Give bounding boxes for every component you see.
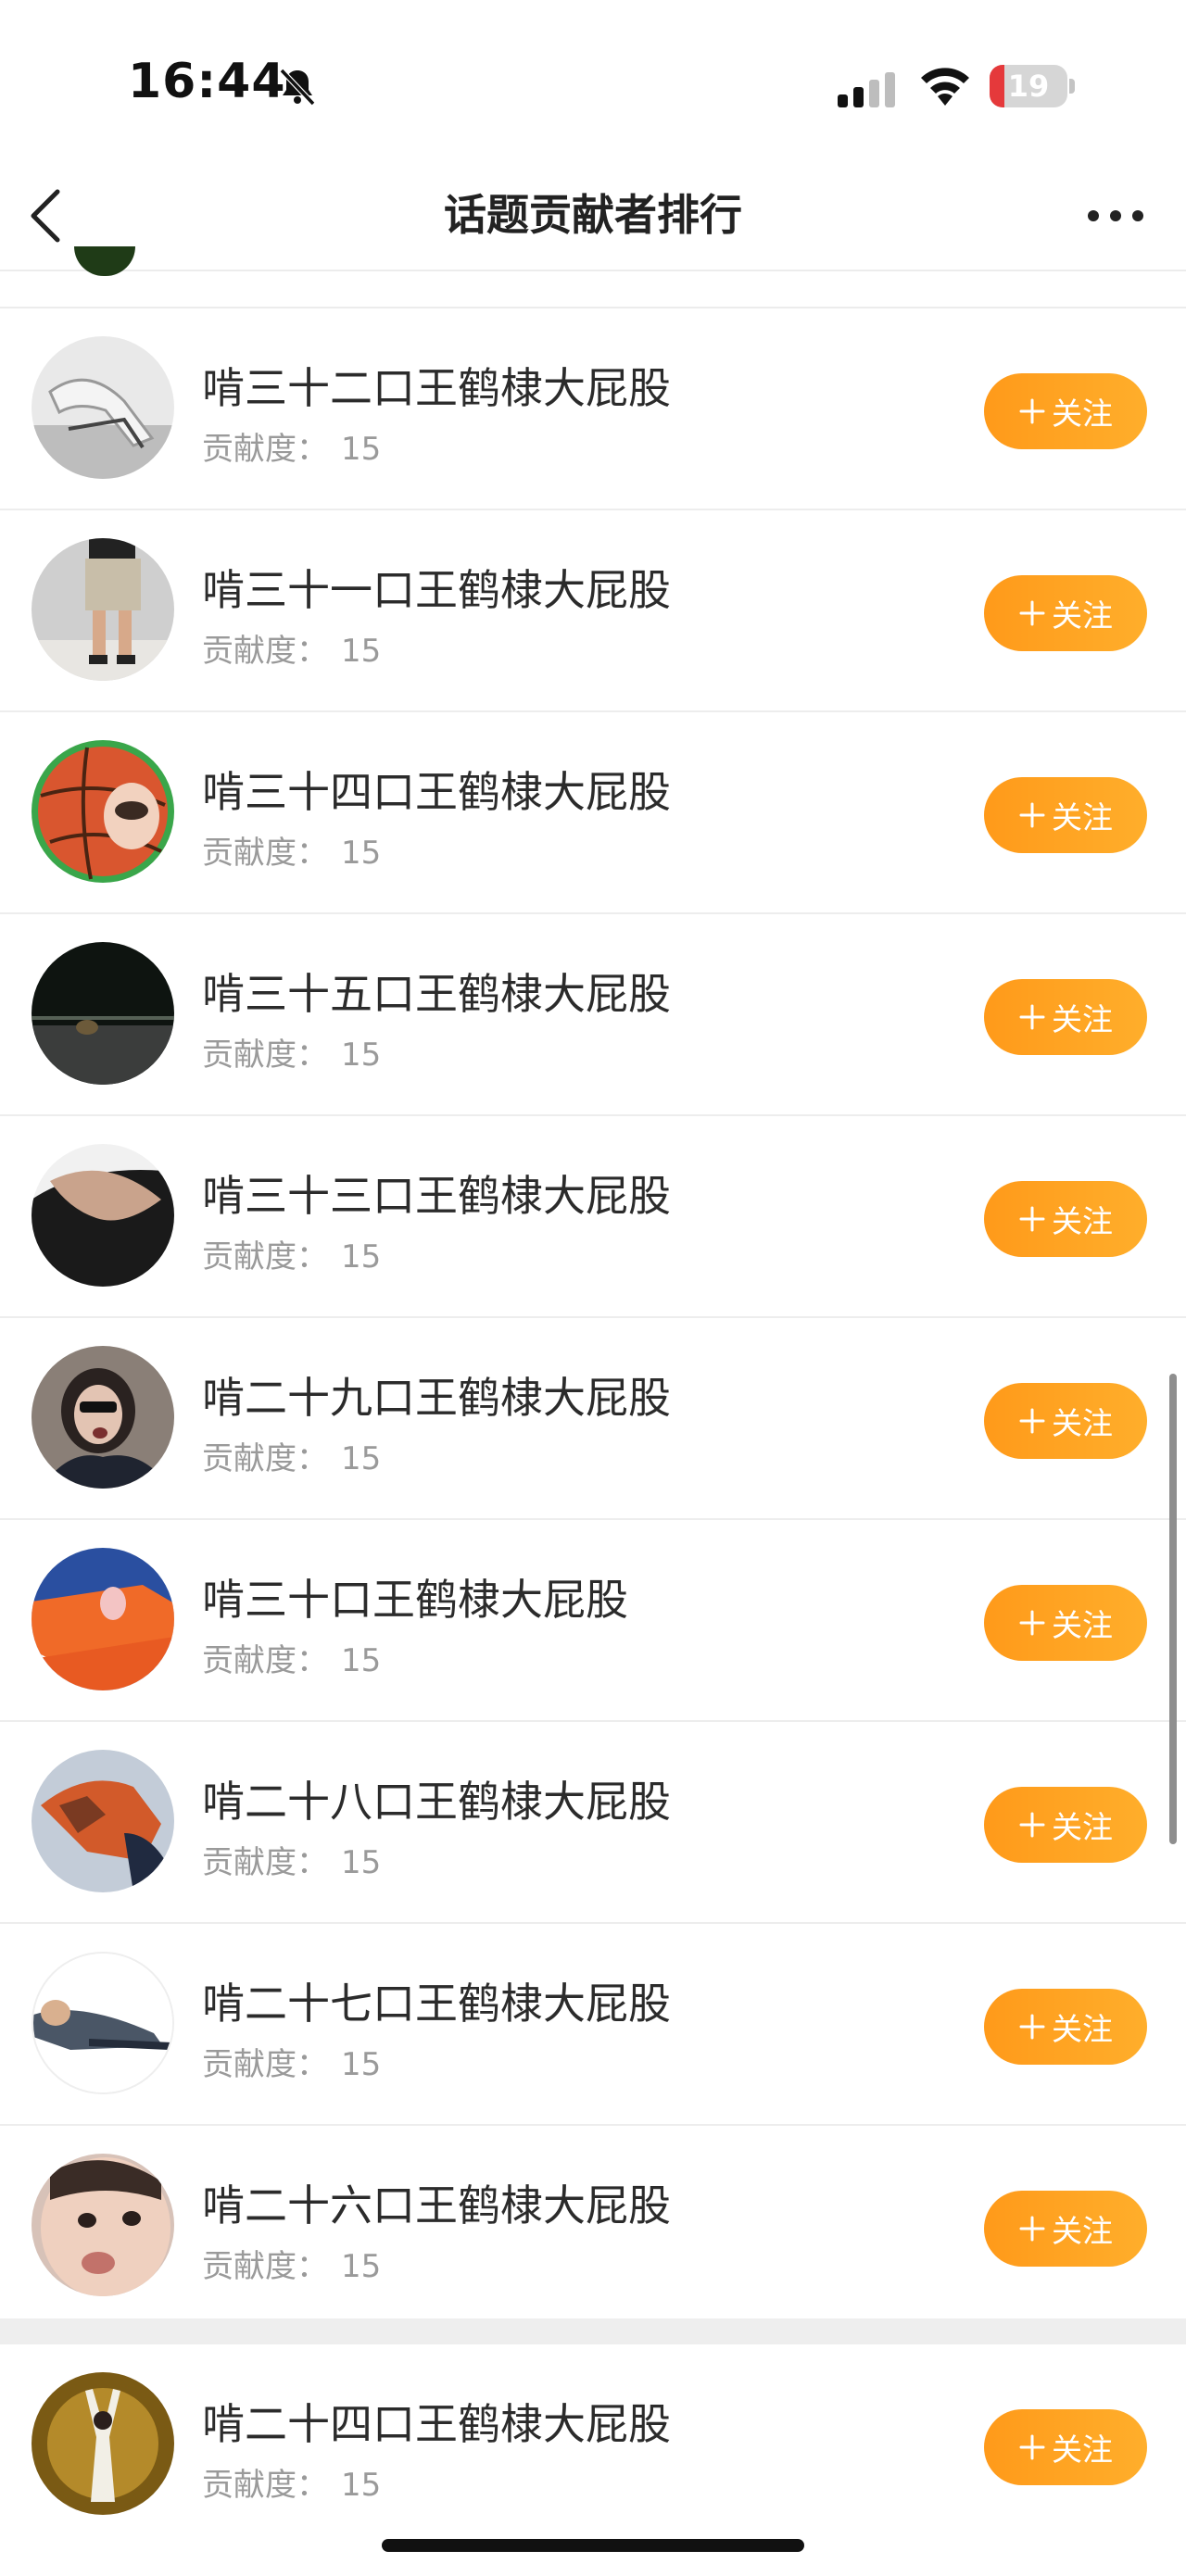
plus-icon — [1019, 2434, 1045, 2460]
avatar[interactable] — [32, 336, 174, 479]
follow-button[interactable]: 关注 — [984, 373, 1147, 449]
user-name[interactable]: 啃二十七口王鹤棣大屁股 — [202, 1970, 671, 2031]
follow-button[interactable]: 关注 — [984, 777, 1147, 853]
list-item[interactable]: 啃二十六口王鹤棣大屁股 贡献度： 15 关注 — [0, 2126, 1186, 2328]
chevron-left-icon[interactable] — [22, 179, 74, 253]
follow-button[interactable]: 关注 — [984, 1383, 1147, 1459]
list-item[interactable]: 啃二十九口王鹤棣大屁股 贡献度： 15 关注 — [0, 1318, 1186, 1520]
user-name[interactable]: 啃三十一口王鹤棣大屁股 — [202, 557, 671, 618]
avatar[interactable] — [32, 1952, 174, 2094]
list-item[interactable]: 啃三十一口王鹤棣大屁股 贡献度： 15 关注 — [0, 510, 1186, 712]
contribution-score: 贡献度： 15 — [202, 1844, 382, 1881]
user-name[interactable]: 啃三十五口王鹤棣大屁股 — [202, 961, 671, 1022]
list-item[interactable]: 啃二十四口王鹤棣大屁股 贡献度： 15 关注 — [0, 2344, 1186, 2546]
list-item[interactable]: 啃二十八口王鹤棣大屁股 贡献度： 15 关注 — [0, 1722, 1186, 1924]
list-item[interactable]: 啃三十四口王鹤棣大屁股 贡献度： 15 关注 — [0, 712, 1186, 914]
contribution-score: 贡献度： 15 — [202, 431, 382, 468]
plus-icon — [1019, 2014, 1045, 2040]
scrollbar[interactable] — [1169, 1374, 1177, 1844]
plus-icon — [1019, 1812, 1045, 1838]
follow-button[interactable]: 关注 — [984, 2409, 1147, 2485]
plus-icon — [1019, 802, 1045, 828]
avatar[interactable] — [32, 942, 174, 1085]
follow-button[interactable]: 关注 — [984, 1787, 1147, 1863]
avatar[interactable] — [32, 538, 174, 681]
cellular-signal-icon — [838, 72, 895, 107]
contribution-score: 贡献度： 15 — [202, 2248, 382, 2285]
section-divider — [0, 2318, 1186, 2344]
more-dots-icon[interactable] — [1082, 197, 1149, 234]
contribution-score: 贡献度： 15 — [202, 1037, 382, 1074]
nav-bar: 话题贡献者排行 — [0, 162, 1186, 271]
page-title: 话题贡献者排行 — [444, 190, 742, 240]
contribution-score: 贡献度： 15 — [202, 1440, 382, 1477]
list-item[interactable]: 啃二十七口王鹤棣大屁股 贡献度： 15 关注 — [0, 1924, 1186, 2126]
contribution-score: 贡献度： 15 — [202, 2046, 382, 2083]
plus-icon — [1019, 1206, 1045, 1232]
contribution-score: 贡献度： 15 — [202, 835, 382, 872]
plus-icon — [1019, 1610, 1045, 1636]
plus-icon — [1019, 1408, 1045, 1434]
battery-level: 19 — [1007, 69, 1050, 104]
follow-button[interactable]: 关注 — [984, 1585, 1147, 1661]
plus-icon — [1019, 398, 1045, 424]
plus-icon — [1019, 1004, 1045, 1030]
list-item[interactable]: 啃三十三口王鹤棣大屁股 贡献度： 15 关注 — [0, 1116, 1186, 1318]
follow-button[interactable]: 关注 — [984, 979, 1147, 1055]
contribution-score: 贡献度： 15 — [202, 1642, 382, 1679]
contribution-score: 贡献度： 15 — [202, 633, 382, 670]
plus-icon — [1019, 2216, 1045, 2242]
status-bar: 16:44 19 — [0, 0, 1186, 162]
follow-button[interactable]: 关注 — [984, 2191, 1147, 2267]
user-name[interactable]: 啃三十三口王鹤棣大屁股 — [202, 1162, 671, 1224]
user-name[interactable]: 啃三十四口王鹤棣大屁股 — [202, 759, 671, 820]
avatar — [74, 246, 135, 276]
avatar[interactable] — [32, 2154, 174, 2296]
avatar[interactable] — [32, 740, 174, 883]
home-indicator[interactable] — [382, 2539, 804, 2552]
follow-button[interactable]: 关注 — [984, 1989, 1147, 2065]
contribution-score: 贡献度： 15 — [202, 2467, 382, 2504]
follow-button[interactable]: 关注 — [984, 1181, 1147, 1257]
contribution-score: 贡献度： 15 — [202, 1238, 382, 1275]
battery-icon: 19 — [990, 65, 1075, 107]
list-item[interactable]: 啃三十二口王鹤棣大屁股 贡献度： 15 关注 — [0, 308, 1186, 510]
user-name[interactable]: 啃三十口王鹤棣大屁股 — [202, 1566, 628, 1627]
avatar[interactable] — [32, 1346, 174, 1489]
wifi-icon — [921, 68, 969, 106]
avatar[interactable] — [32, 1750, 174, 1892]
user-name[interactable]: 啃二十四口王鹤棣大屁股 — [202, 2391, 671, 2452]
user-name[interactable]: 啃二十九口王鹤棣大屁股 — [202, 1364, 671, 1426]
plus-icon — [1019, 600, 1045, 626]
list-item[interactable]: 啃三十口王鹤棣大屁股 贡献度： 15 关注 — [0, 1520, 1186, 1722]
user-name[interactable]: 啃二十八口王鹤棣大屁股 — [202, 1768, 671, 1829]
user-name[interactable]: 啃二十六口王鹤棣大屁股 — [202, 2172, 671, 2233]
list-item[interactable]: 啃三十五口王鹤棣大屁股 贡献度： 15 关注 — [0, 914, 1186, 1116]
follow-button[interactable]: 关注 — [984, 575, 1147, 651]
status-time: 16:44 — [128, 54, 286, 109]
avatar[interactable] — [32, 1144, 174, 1287]
bell-muted-icon — [279, 68, 316, 107]
avatar[interactable] — [32, 1548, 174, 1690]
user-name[interactable]: 啃三十二口王鹤棣大屁股 — [202, 355, 671, 416]
avatar[interactable] — [32, 2372, 174, 2515]
